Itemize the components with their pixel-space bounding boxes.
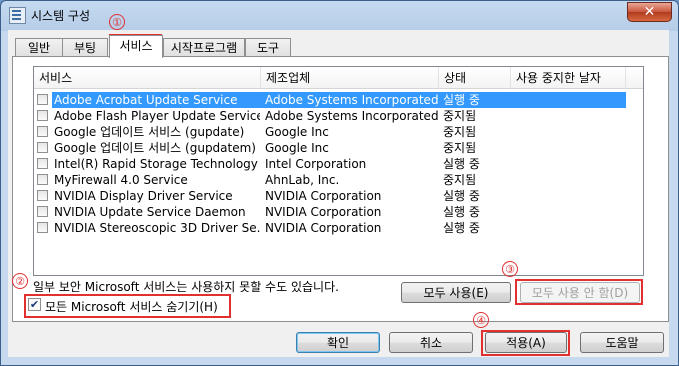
service-name: NVIDIA Stereoscopic 3D Driver Se...: [54, 221, 260, 235]
service-status: 중지됨: [443, 141, 477, 155]
column-header-date-disabled[interactable]: 사용 중지한 날자: [511, 67, 626, 89]
service-status: 실행 중: [443, 205, 480, 219]
service-row[interactable]: Google 업데이트 서비스 (gupdatem) Google Inc 중지됨: [34, 140, 643, 156]
service-status: 중지됨: [443, 173, 477, 187]
service-cells: Adobe Flash Player Update Service Adobe S…: [52, 108, 626, 124]
service-status: 실행 중: [443, 157, 480, 171]
service-manufacturer: Google Inc: [265, 125, 329, 139]
service-manufacturer: AhnLab, Inc.: [265, 173, 340, 187]
marker-1: ①: [109, 14, 125, 30]
service-cells: Google 업데이트 서비스 (gupdatem) Google Inc 중지됨: [52, 140, 626, 156]
service-checkbox[interactable]: [37, 126, 48, 137]
service-name: MyFirewall 4.0 Service: [54, 173, 188, 187]
service-manufacturer: Google Inc: [265, 141, 329, 155]
column-header-service[interactable]: 서비스: [34, 67, 261, 89]
service-manufacturer: Adobe Systems Incorporated: [265, 93, 439, 107]
service-manufacturer: NVIDIA Corporation: [265, 189, 382, 203]
highlight-hide-ms-checkbox: [24, 294, 231, 318]
service-row[interactable]: Intel(R) Rapid Storage Technology Intel C…: [34, 156, 643, 172]
service-row[interactable]: NVIDIA Display Driver Service NVIDIA Corp…: [34, 188, 643, 204]
window-title: 시스템 구성: [31, 9, 91, 23]
service-name: Adobe Flash Player Update Service: [54, 109, 260, 123]
service-name: Google 업데이트 서비스 (gupdatem): [54, 141, 256, 155]
service-checkbox[interactable]: [37, 190, 48, 201]
service-cells: NVIDIA Stereoscopic 3D Driver Se... NVIDI…: [52, 220, 626, 236]
service-cells: Adobe Acrobat Update Service Adobe System…: [52, 92, 626, 108]
service-checkbox[interactable]: [37, 174, 48, 185]
service-checkbox[interactable]: [37, 110, 48, 121]
service-status: 실행 중: [443, 93, 480, 107]
service-name: NVIDIA Update Service Daemon: [54, 205, 246, 219]
marker-2: ②: [12, 273, 28, 289]
tab-startup[interactable]: 시작프로그램: [163, 38, 245, 57]
service-cells: NVIDIA Display Driver Service NVIDIA Corp…: [52, 188, 626, 204]
column-header-status[interactable]: 상태: [439, 67, 511, 89]
column-header-manufacturer[interactable]: 제조업체: [261, 67, 439, 89]
service-manufacturer: Intel Corporation: [265, 157, 367, 171]
service-status: 실행 중: [443, 189, 480, 203]
service-checkbox[interactable]: [37, 158, 48, 169]
service-row[interactable]: Adobe Acrobat Update Service Adobe System…: [34, 92, 643, 108]
service-manufacturer: NVIDIA Corporation: [265, 205, 382, 219]
tab-services[interactable]: 서비스: [109, 35, 163, 58]
tab-tools[interactable]: 도구: [245, 38, 291, 57]
service-manufacturer: NVIDIA Corporation: [265, 221, 382, 235]
ok-button[interactable]: 확인: [296, 332, 380, 353]
service-name: Adobe Acrobat Update Service: [54, 93, 238, 107]
highlight-disable-all-button: [515, 279, 643, 305]
service-checkbox[interactable]: [37, 94, 48, 105]
service-checkbox[interactable]: [37, 222, 48, 233]
cancel-button[interactable]: 취소: [389, 332, 473, 353]
enable-all-button[interactable]: 모두 사용(E): [401, 282, 511, 303]
service-name: NVIDIA Display Driver Service: [54, 189, 233, 203]
marker-3: ③: [502, 261, 518, 277]
close-button[interactable]: ✕: [627, 2, 672, 22]
column-header-filler: [626, 67, 643, 89]
highlight-apply-button: [481, 330, 570, 356]
service-row[interactable]: Google 업데이트 서비스 (gupdate) Google Inc 중지됨: [34, 124, 643, 140]
title-bar[interactable]: 시스템 구성 ✕: [1, 1, 678, 29]
service-row[interactable]: Adobe Flash Player Update Service Adobe S…: [34, 108, 643, 124]
tab-boot[interactable]: 부팅: [62, 38, 108, 57]
service-manufacturer: Adobe Systems Incorporated: [265, 109, 439, 123]
service-name: Intel(R) Rapid Storage Technology: [54, 157, 258, 171]
service-status: 중지됨: [443, 109, 477, 123]
service-status: 실행 중: [443, 221, 480, 235]
service-cells: Google 업데이트 서비스 (gupdate) Google Inc 중지됨: [52, 124, 626, 140]
service-status: 중지됨: [443, 125, 477, 139]
security-note: 일부 보안 Microsoft 서비스는 사용하지 못할 수도 있습니다.: [33, 280, 339, 294]
service-name: Google 업데이트 서비스 (gupdate): [54, 125, 245, 139]
service-row[interactable]: NVIDIA Stereoscopic 3D Driver Se... NVIDI…: [34, 220, 643, 236]
service-row[interactable]: MyFirewall 4.0 Service AhnLab, Inc. 중지됨: [34, 172, 643, 188]
tab-general[interactable]: 일반: [15, 38, 63, 57]
service-cells: Intel(R) Rapid Storage Technology Intel C…: [52, 156, 626, 172]
service-checkbox[interactable]: [37, 206, 48, 217]
services-list[interactable]: 서비스 제조업체 상태 사용 중지한 날자 Adobe Acrobat Upda…: [33, 66, 644, 276]
service-cells: NVIDIA Update Service Daemon NVIDIA Corpo…: [52, 204, 626, 220]
service-checkbox[interactable]: [37, 142, 48, 153]
msconfig-icon: [9, 7, 26, 24]
help-button[interactable]: 도움말: [580, 332, 664, 353]
service-row[interactable]: NVIDIA Update Service Daemon NVIDIA Corpo…: [34, 204, 643, 220]
marker-4: ④: [473, 312, 489, 328]
service-cells: MyFirewall 4.0 Service AhnLab, Inc. 중지됨: [52, 172, 626, 188]
